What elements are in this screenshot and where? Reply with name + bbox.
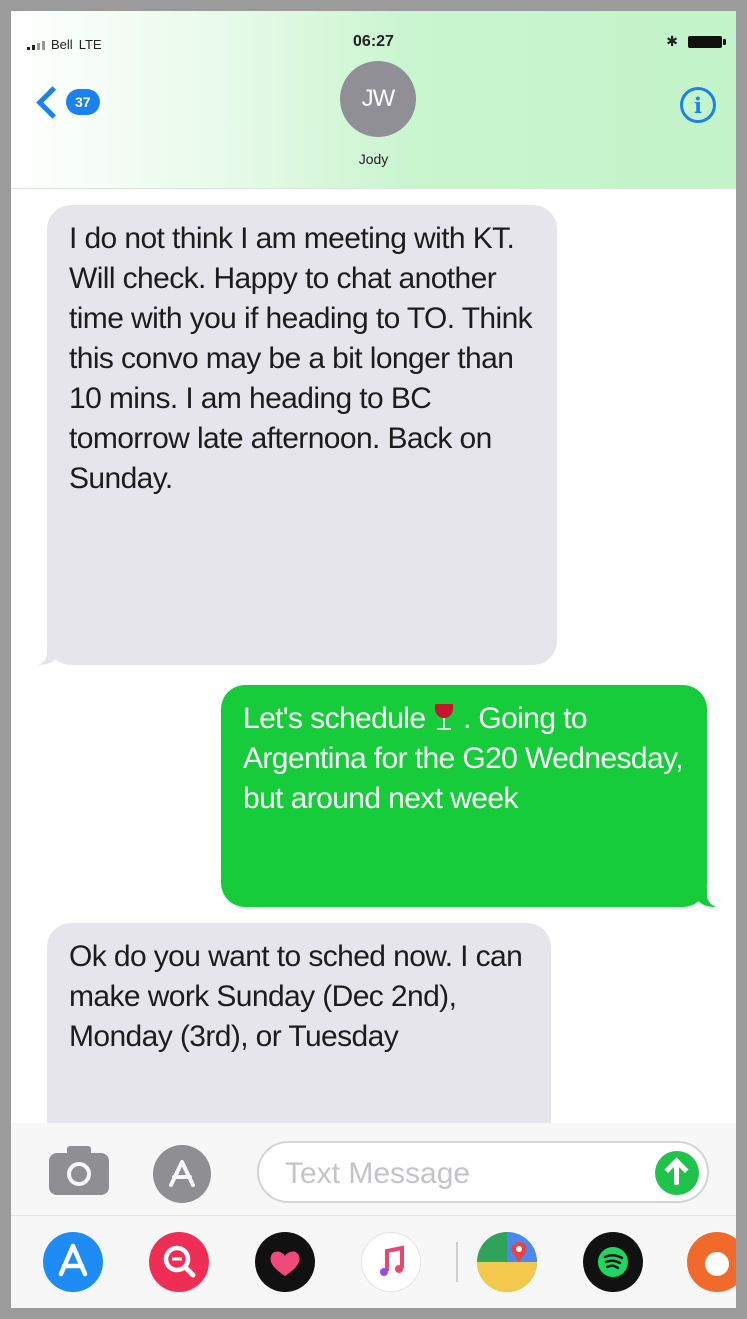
- contact-avatar[interactable]: JW: [340, 61, 416, 137]
- search-images-icon[interactable]: [149, 1232, 209, 1292]
- back-button[interactable]: 37: [36, 85, 100, 119]
- message-bubble-incoming[interactable]: Ok do you want to sched now. I can make …: [47, 923, 551, 1139]
- app-store-icon: [169, 1160, 195, 1187]
- chevron-left-icon: [36, 85, 69, 119]
- app-store-icon[interactable]: [43, 1232, 103, 1292]
- send-button[interactable]: [655, 1151, 699, 1195]
- music-icon[interactable]: [361, 1232, 421, 1292]
- status-time: 06:27: [353, 33, 394, 50]
- info-icon: i: [694, 92, 702, 118]
- message-input-field[interactable]: [257, 1141, 709, 1203]
- more-app-icon[interactable]: [687, 1232, 736, 1292]
- camera-icon[interactable]: [49, 1146, 109, 1195]
- spotify-icon[interactable]: [583, 1232, 643, 1292]
- message-text: Ok do you want to sched now. I can make …: [69, 940, 523, 1053]
- app-strip-divider: [456, 1242, 458, 1282]
- unread-count-badge: 37: [66, 89, 100, 115]
- bluetooth-icon: ✱: [666, 33, 678, 49]
- screenshot-frame: Bell LTE 06:27 ✱ 37 JW Jody i I do not t…: [0, 0, 747, 1319]
- message-text-part: Let's schedule: [243, 702, 434, 735]
- message-text: I do not think I am meeting with KT. Wil…: [69, 222, 533, 495]
- heart-stickers-icon[interactable]: [255, 1232, 315, 1292]
- contact-name[interactable]: Jody: [11, 151, 736, 167]
- message-input[interactable]: [283, 1155, 627, 1193]
- wine-glass-icon: [433, 702, 455, 732]
- status-indicators: ✱: [666, 33, 726, 50]
- message-bubble-outgoing[interactable]: Let's schedule . Going to Argentina for …: [221, 685, 727, 907]
- conversation-header: Bell LTE 06:27 ✱ 37 JW Jody i: [11, 11, 736, 189]
- maps-icon[interactable]: [477, 1232, 537, 1292]
- imessage-app-strip: [11, 1215, 736, 1308]
- message-thread[interactable]: I do not think I am meeting with KT. Wil…: [11, 189, 736, 1139]
- info-button[interactable]: i: [680, 87, 716, 123]
- message-bubble-incoming[interactable]: I do not think I am meeting with KT. Wil…: [27, 205, 557, 665]
- compose-bar: [11, 1123, 736, 1215]
- app-store-button[interactable]: [153, 1145, 211, 1203]
- messages-screen: Bell LTE 06:27 ✱ 37 JW Jody i I do not t…: [11, 11, 736, 1308]
- battery-icon: [688, 35, 726, 48]
